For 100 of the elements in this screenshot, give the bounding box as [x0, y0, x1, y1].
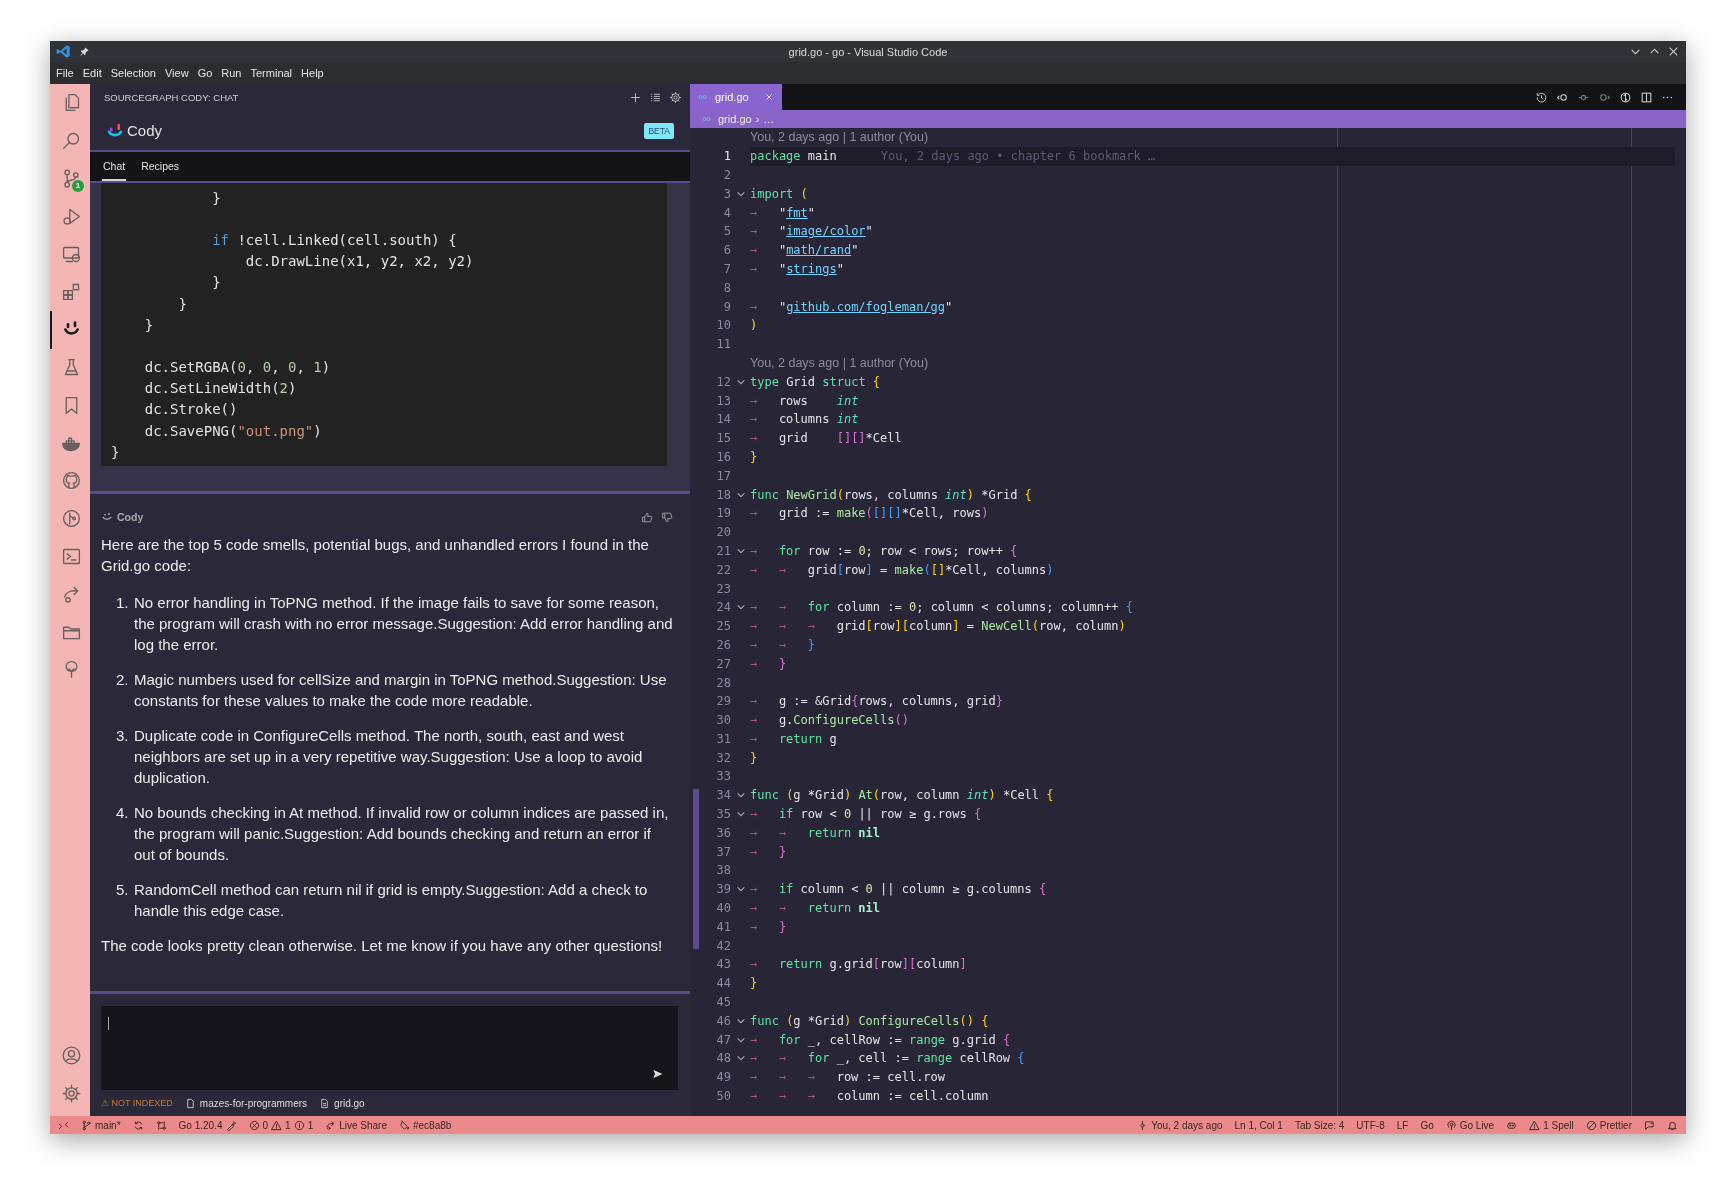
message-paragraph: Here are the top 5 code smells, potential bugs, and unhandled errors I found in the Grid.go code:: [101, 535, 650, 576]
count-badge: 1: [72, 180, 84, 193]
status-item[interactable]: Ln 1, Col 1: [1234, 1119, 1283, 1131]
status-item[interactable]: #ec8a8b: [399, 1119, 452, 1131]
breadcrumb-item[interactable]: …: [763, 113, 775, 125]
info-icon: [293, 1119, 305, 1131]
line-number: 4: [722, 205, 731, 220]
status-item[interactable]: 1 Spell: [1529, 1119, 1574, 1131]
menu-item[interactable]: Terminal: [250, 67, 293, 79]
go-file-icon: [702, 116, 714, 122]
menu-item[interactable]: Selection: [110, 67, 156, 79]
tab[interactable]: Recipes: [140, 152, 181, 181]
line-number: 8: [722, 280, 731, 295]
list-number: 3.: [116, 726, 130, 746]
broadcast-icon: [1445, 1119, 1457, 1131]
chat-input-field[interactable]: [101, 1006, 678, 1090]
code-line: }: [750, 449, 758, 464]
beta-badge: BETA: [644, 122, 674, 139]
status-item[interactable]: [1667, 1119, 1678, 1131]
code-line: → return g: [750, 731, 837, 746]
list-icon[interactable]: [649, 91, 662, 104]
menu-item[interactable]: Help: [301, 67, 324, 79]
code-line: dc.SavePNG("out.png"): [143, 422, 322, 439]
line-number: 29: [715, 694, 731, 709]
menu-item[interactable]: Go: [197, 67, 213, 79]
split-editor-icon[interactable]: [1640, 90, 1653, 104]
pin-icon[interactable]: [79, 46, 90, 57]
status-item[interactable]: Go: [1420, 1119, 1434, 1131]
compare-icon[interactable]: [1619, 90, 1632, 104]
tab[interactable]: Chat: [102, 152, 127, 181]
line-number: 17: [715, 468, 731, 483]
warning-icon: [1529, 1119, 1541, 1131]
settings-icon[interactable]: [669, 91, 682, 104]
line-number: 37: [715, 844, 731, 859]
line-number: 42: [715, 938, 731, 953]
status-item[interactable]: Live Share: [325, 1119, 387, 1131]
menu-item[interactable]: View: [164, 67, 189, 79]
compare-icon: [155, 1119, 167, 1131]
editor-tab[interactable]: grid.go: [690, 84, 782, 110]
breadcrumb-item[interactable]: ›: [755, 113, 760, 125]
line-number: 2: [722, 168, 731, 182]
line-number: 27: [715, 656, 731, 671]
history-icon[interactable]: [1535, 90, 1548, 104]
codelens-text[interactable]: You, 2 days ago | 1 author (You): [750, 355, 929, 370]
line-number: 39: [715, 882, 731, 897]
line-number: 47: [715, 1032, 731, 1047]
menu-item[interactable]: Edit: [82, 67, 102, 79]
warning-icon: [271, 1119, 283, 1131]
line-number: 32: [715, 750, 731, 765]
status-item[interactable]: Go Live: [1445, 1119, 1495, 1131]
status-item[interactable]: main*: [81, 1119, 121, 1131]
line-number: 35: [715, 807, 731, 822]
problems-status[interactable]: 0 1 1: [248, 1119, 314, 1131]
close-icon[interactable]: [1667, 45, 1680, 58]
status-item[interactable]: [1644, 1119, 1655, 1131]
codelens-text[interactable]: You, 2 days ago | 1 author (You): [750, 130, 929, 145]
thumbs-down-icon[interactable]: [661, 510, 674, 524]
status-item[interactable]: [132, 1119, 144, 1131]
code-line: → → grid[row] = make([]*Cell, columns): [750, 562, 1054, 577]
line-number: 23: [715, 581, 731, 596]
status-item[interactable]: Go 1.20.4: [178, 1119, 237, 1131]
breadcrumb-item[interactable]: grid.go: [718, 113, 752, 125]
repo-name: mazes-for-programmers: [199, 1097, 308, 1109]
code-line: }: [750, 976, 758, 991]
menu-item[interactable]: Run: [221, 67, 242, 79]
code-line: }: [750, 750, 758, 765]
line-number: 48: [715, 1051, 731, 1066]
code-line: }: [211, 189, 221, 206]
status-item[interactable]: Prettier: [1585, 1119, 1632, 1131]
line-number: 18: [715, 487, 731, 502]
menu-item[interactable]: File: [56, 67, 74, 79]
code-line: → g := &Grid{rows, columns, grid}: [750, 694, 1003, 709]
line-number: 36: [715, 825, 731, 840]
line-number: 16: [715, 449, 731, 464]
line-number: 31: [715, 731, 731, 746]
code-line: ): [750, 318, 758, 333]
code-line: → → → grid[row][column] = NewCell(row, column): [750, 619, 1126, 634]
plus-icon[interactable]: [629, 91, 642, 104]
status-item[interactable]: [58, 1119, 69, 1131]
line-number: 40: [715, 901, 731, 916]
scrollbar-thumb[interactable]: [693, 789, 699, 949]
code-line: dc.SetRGBA(0, 0, 0, 1): [143, 359, 331, 376]
status-item[interactable]: Tab Size: 4: [1294, 1119, 1345, 1131]
line-number: 25: [715, 619, 731, 634]
message-paragraph: The code looks pretty clean otherwise. Let me know if you have any other questions!: [101, 936, 664, 956]
line-number: 3: [722, 186, 731, 201]
line-number: 13: [715, 393, 731, 408]
code-line: → }: [750, 919, 787, 934]
status-item[interactable]: LF: [1396, 1119, 1409, 1131]
status-item[interactable]: UTF-8: [1356, 1119, 1385, 1131]
code-line: dc.Stroke(): [143, 401, 238, 418]
status-item[interactable]: [155, 1119, 167, 1131]
code-line: → → return nil: [750, 901, 881, 916]
close-icon[interactable]: [764, 92, 774, 102]
list-number: 2.: [116, 670, 130, 690]
code-line: → → → column := cell.column: [750, 1089, 989, 1104]
send-icon[interactable]: [652, 1068, 664, 1080]
thumbs-up-icon[interactable]: [641, 510, 654, 524]
status-item[interactable]: You, 2 days ago: [1137, 1119, 1223, 1131]
list-number: 4.: [116, 803, 130, 823]
